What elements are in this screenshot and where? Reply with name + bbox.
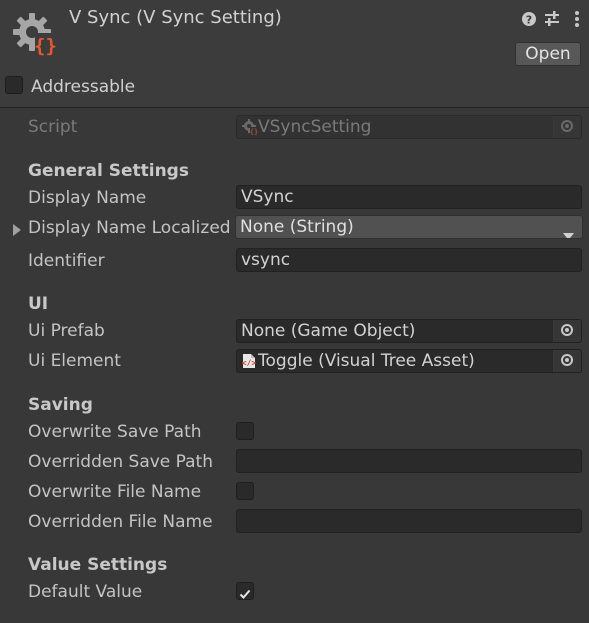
script-asset-icon: {} [10,10,58,58]
inspector-title: V Sync (V Sync Setting) [69,7,282,28]
display-name-label: Display Name [28,188,147,208]
svg-text:{}: {} [34,35,57,57]
display-name-localized-value: None (String) [240,217,354,237]
checkmark-icon [239,585,251,599]
overwrite-save-path-label: Overwrite Save Path [28,422,202,442]
ui-prefab-field[interactable]: None (Game Object) [236,319,582,343]
script-field-value: VSyncSetting [258,117,372,137]
display-name-input[interactable]: VSync [236,185,582,209]
value-settings-heading: Value Settings [28,555,168,575]
saving-heading: Saving [28,395,93,415]
script-label: Script [28,117,78,137]
overridden-save-path-label: Overridden Save Path [28,452,213,472]
help-icon[interactable]: ? [521,11,537,27]
kebab-menu-icon[interactable] [574,10,580,28]
ui-element-field[interactable]: </> Toggle (Visual Tree Asset) [236,349,582,373]
open-button[interactable]: Open [515,42,581,66]
presets-icon[interactable] [544,10,560,27]
ui-element-object-picker-icon[interactable] [553,350,581,372]
overridden-save-path-input[interactable] [236,449,582,473]
svg-text:?: ? [526,14,532,27]
svg-text:</>: </> [242,359,257,368]
default-value-checkbox[interactable] [236,582,254,600]
ui-prefab-object-picker-icon[interactable] [553,320,581,342]
foldout-arrow-icon[interactable] [12,221,22,236]
dropdown-arrow-icon [563,224,574,238]
script-field: {} VSyncSetting [236,115,582,139]
overwrite-file-name-label: Overwrite File Name [28,482,202,502]
addressable-label: Addressable [31,77,136,97]
ui-element-label: Ui Element [28,351,121,371]
header-divider [0,107,589,108]
addressable-checkbox[interactable] [5,76,23,94]
ui-prefab-label: Ui Prefab [28,321,105,341]
display-name-localized-label[interactable]: Display Name Localized [28,218,236,238]
default-value-label: Default Value [28,582,143,602]
svg-text:{}: {} [250,128,258,135]
script-file-icon: {} [241,118,258,136]
script-object-picker-icon [553,116,581,138]
identifier-input[interactable]: vsync [236,248,582,272]
uxml-file-icon: </> [241,353,257,369]
overridden-file-name-label: Overridden File Name [28,512,213,532]
general-settings-heading: General Settings [28,161,189,181]
overwrite-file-name-checkbox[interactable] [236,482,254,500]
ui-prefab-value: None (Game Object) [241,321,416,341]
overwrite-save-path-checkbox[interactable] [236,422,254,440]
ui-element-value: Toggle (Visual Tree Asset) [258,351,475,371]
display-name-localized-dropdown[interactable]: None (String) [235,215,583,239]
ui-heading: UI [28,294,49,314]
overridden-file-name-input[interactable] [236,509,582,533]
identifier-label: Identifier [28,251,105,271]
